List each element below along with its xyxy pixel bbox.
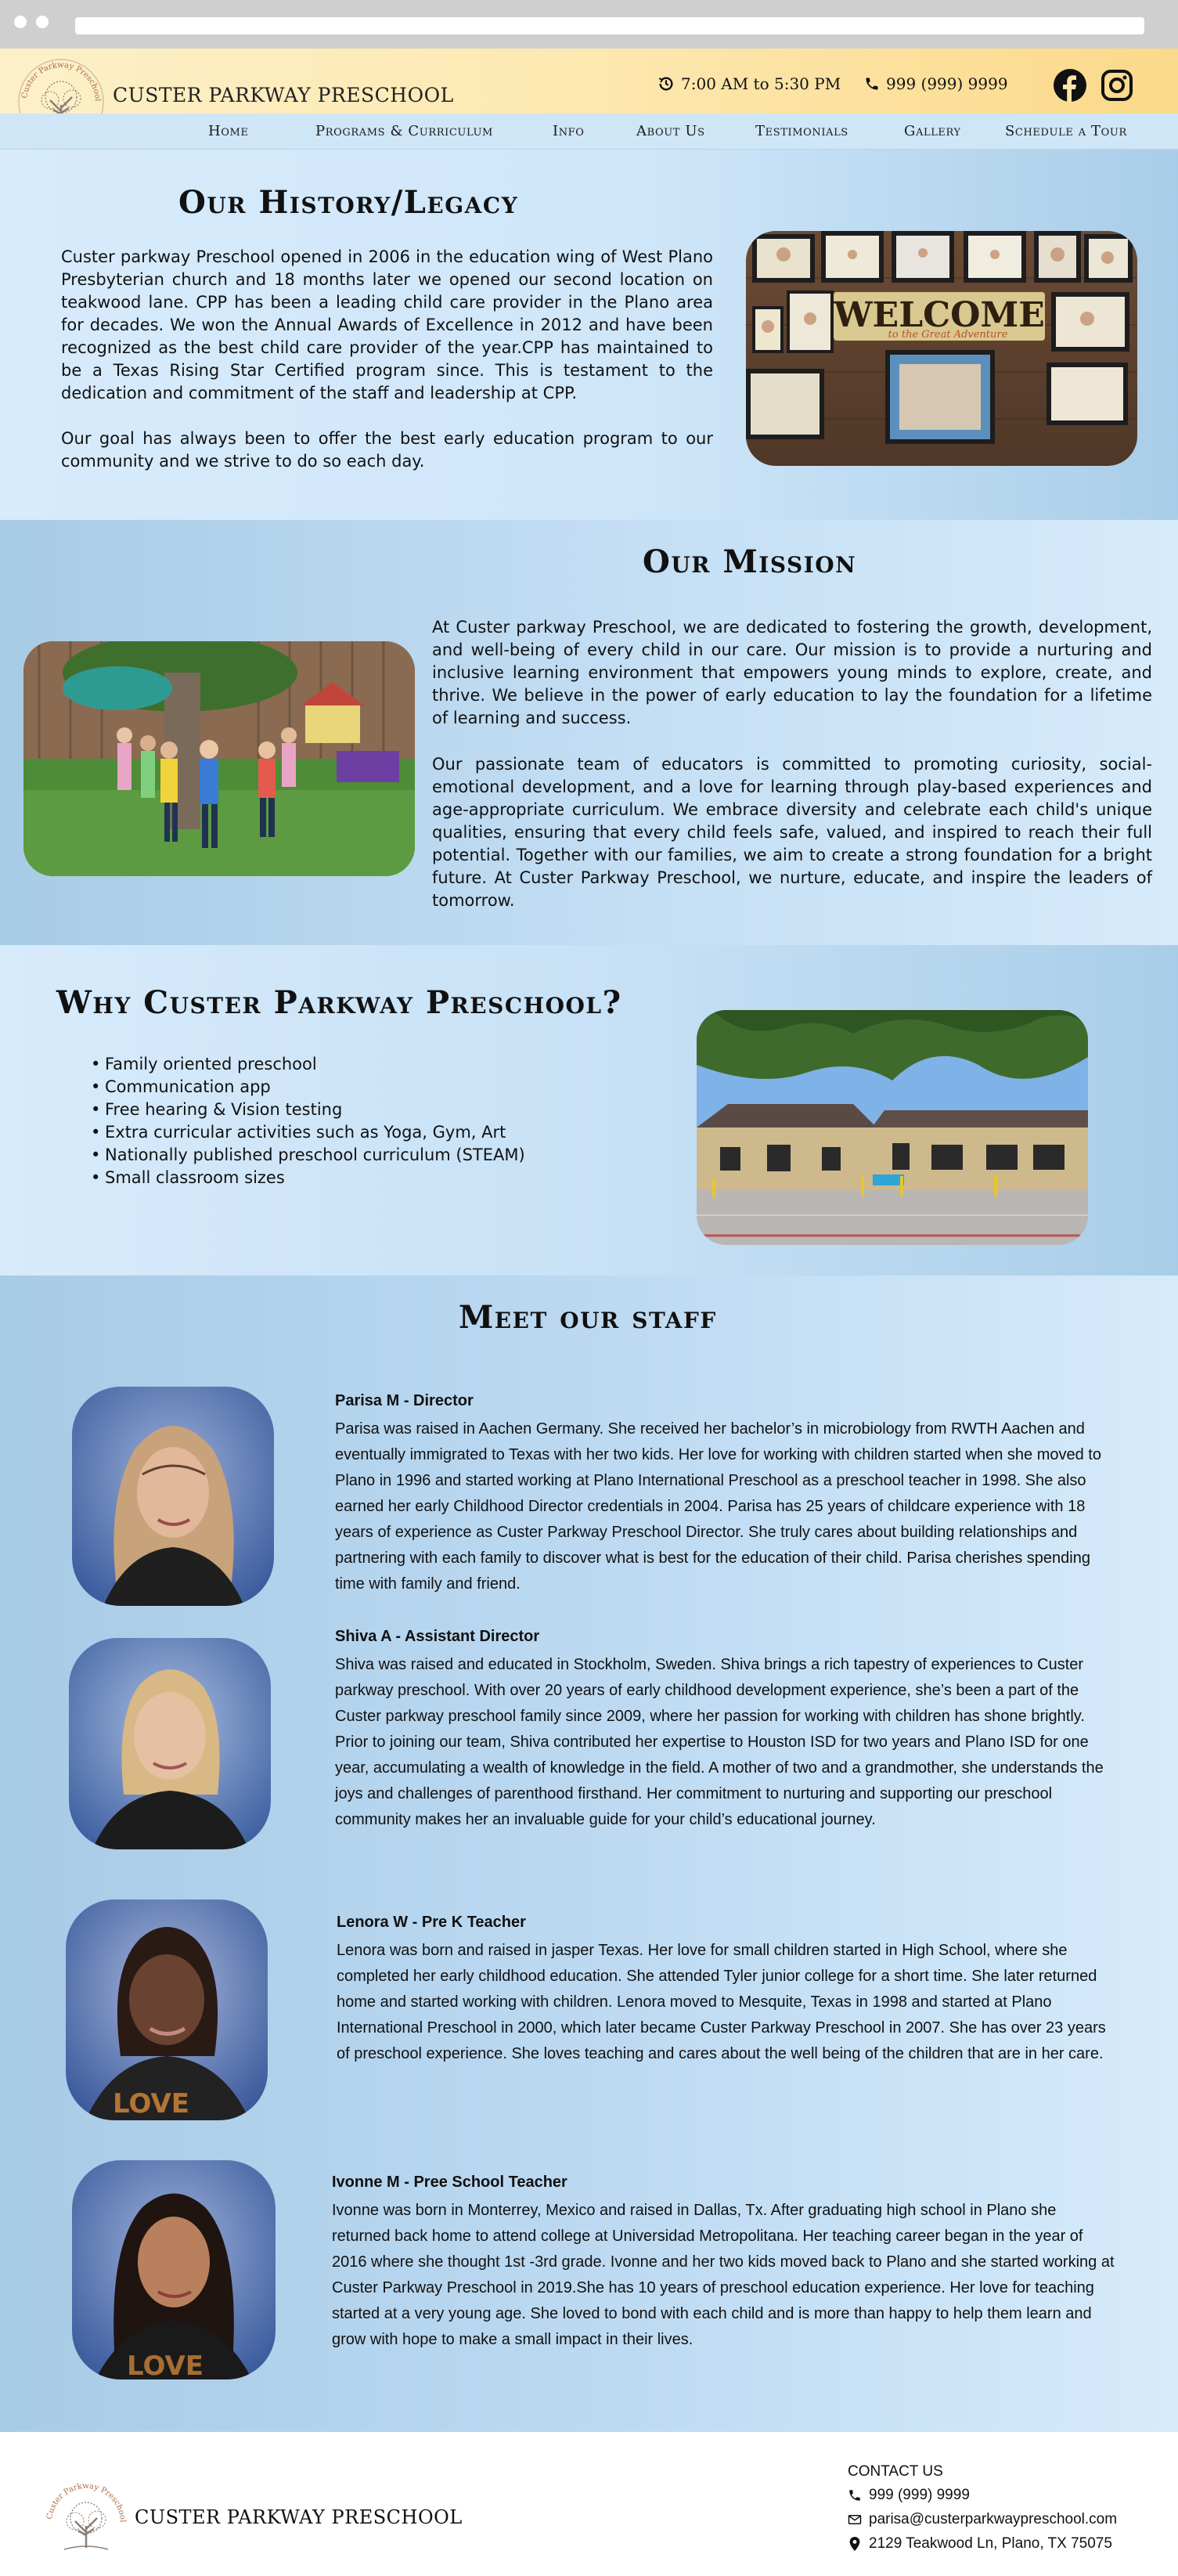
staff-bio-lenora: Lenora was born and raised in jasper Tex… xyxy=(337,1942,1106,2062)
contact-heading: CONTACT US xyxy=(848,2463,943,2480)
history-title: Our History/Legacy xyxy=(178,184,519,221)
footer-address[interactable]: 2129 Teakwood Ln, Plano, TX 75075 xyxy=(848,2535,1112,2553)
why-section: Why Custer Parkway Preschool? Family ori… xyxy=(0,945,1178,1275)
portrait-image xyxy=(69,1638,271,1849)
staff-bio-parisa: Parisa was raised in Aachen Germany. She… xyxy=(335,1420,1101,1593)
window-dot[interactable] xyxy=(14,16,27,28)
staff-section: Meet our staff Parisa M - Director Paris… xyxy=(0,1275,1178,2432)
footer-brand-name[interactable]: CUSTER PARKWAY PRESCHOOL xyxy=(135,2506,463,2528)
staff-name-lenora: Lenora W - Pre K Teacher xyxy=(337,1914,526,1931)
svg-text:LOVE: LOVE xyxy=(113,2088,189,2120)
staff-photo-parisa xyxy=(72,1387,274,1606)
footer-email-text: parisa@custerparkwaypreschool.com xyxy=(869,2511,1118,2527)
envelope-icon xyxy=(848,2515,862,2524)
mission-title: Our Mission xyxy=(643,543,857,580)
clock-icon xyxy=(658,77,673,91)
header-phone[interactable]: 999 (999) 9999 xyxy=(864,74,1008,93)
list-item: Communication app xyxy=(91,1076,525,1099)
staff-name-parisa: Parisa M - Director xyxy=(335,1392,474,1409)
nav-home[interactable]: Home xyxy=(208,123,249,139)
mission-paragraph-2: Our passionate team of educators is comm… xyxy=(432,755,1152,910)
window-dot[interactable] xyxy=(36,16,49,28)
footer-email[interactable]: parisa@custerparkwaypreschool.com xyxy=(848,2511,1117,2528)
staff-photo-ivonne: LOVE xyxy=(72,2160,276,2379)
staff-bio-shiva: Shiva was raised and educated in Stockho… xyxy=(335,1656,1104,1828)
portrait-image: LOVE xyxy=(66,1900,268,2120)
instagram-icon[interactable] xyxy=(1101,69,1133,102)
staff-photo-lenora: LOVE xyxy=(66,1900,268,2120)
staff-title: Meet our staff xyxy=(459,1299,717,1336)
nav-schedule-tour[interactable]: Schedule a Tour xyxy=(1005,123,1127,139)
nav-programs[interactable]: Programs & Curriculum xyxy=(315,123,493,139)
list-item: Extra curricular activities such as Yoga… xyxy=(91,1121,525,1144)
brand-name[interactable]: CUSTER PARKWAY PRESCHOOL xyxy=(113,84,454,106)
staff-name-shiva: Shiva A - Assistant Director xyxy=(335,1628,540,1645)
address-bar[interactable] xyxy=(75,17,1144,34)
site-header: Custer Parkway Preschool CUSTER PARKWAY … xyxy=(0,49,1178,145)
mission-paragraph-1: At Custer parkway Preschool, we are dedi… xyxy=(432,618,1152,727)
welcome-board-image: WELCOME to the Great Adventure xyxy=(746,231,1137,444)
nav-gallery[interactable]: Gallery xyxy=(904,123,961,139)
history-paragraph-1: Custer parkway Preschool opened in 2006 … xyxy=(61,247,713,402)
facebook-icon[interactable] xyxy=(1054,69,1086,102)
why-title: Why Custer Parkway Preschool? xyxy=(56,984,622,1021)
footer-phone-text: 999 (999) 9999 xyxy=(869,2487,970,2503)
staff-bio-ivonne: Ivonne was born in Monterrey, Mexico and… xyxy=(332,2202,1115,2348)
main-nav: Home Programs & Curriculum Info About Us… xyxy=(0,114,1178,150)
staff-name-ivonne: Ivonne M - Pree School Teacher xyxy=(332,2174,567,2191)
nav-info[interactable]: Info xyxy=(553,123,585,139)
list-item: Free hearing & Vision testing xyxy=(91,1099,525,1121)
business-hours: 7:00 AM to 5:30 PM xyxy=(657,74,841,93)
list-item: Nationally published preschool curriculu… xyxy=(91,1144,525,1167)
portrait-image xyxy=(72,1387,274,1606)
children-playground-photo xyxy=(23,641,415,876)
phone-text: 999 (999) 9999 xyxy=(886,74,1008,93)
list-item: Small classroom sizes xyxy=(91,1167,525,1189)
list-item: Family oriented preschool xyxy=(91,1053,525,1076)
welcome-board-photo: WELCOME to the Great Adventure xyxy=(746,231,1137,466)
staff-photo-shiva xyxy=(69,1638,271,1849)
tree-logo-icon[interactable]: Custer Parkway Preschool xyxy=(41,2477,131,2568)
history-paragraph-2: Our goal has always been to offer the be… xyxy=(61,429,713,471)
why-list: Family oriented preschool Communication … xyxy=(91,1053,525,1189)
hours-text: 7:00 AM to 5:30 PM xyxy=(681,74,841,93)
school-building-photo xyxy=(697,1010,1088,1245)
svg-text:LOVE: LOVE xyxy=(127,2351,204,2379)
footer-address-text: 2129 Teakwood Ln, Plano, TX 75075 xyxy=(869,2535,1112,2552)
nav-about-us[interactable]: About Us xyxy=(636,123,705,139)
mission-section: Our Mission At Custer parkway Preschool,… xyxy=(0,520,1178,945)
footer-phone[interactable]: 999 (999) 9999 xyxy=(848,2487,970,2504)
location-pin-icon xyxy=(849,2537,860,2551)
portrait-image: LOVE xyxy=(72,2160,276,2379)
welcome-sign-subtext: to the Great Adventure xyxy=(888,329,1008,341)
phone-icon xyxy=(849,2490,860,2501)
history-section: Our History/Legacy Custer parkway Presch… xyxy=(0,150,1178,520)
nav-testimonials[interactable]: Testimonials xyxy=(755,123,848,139)
site-footer: Custer Parkway Preschool CUSTER PARKWAY … xyxy=(0,2432,1178,2576)
children-playground-image xyxy=(23,641,415,876)
phone-icon xyxy=(866,78,878,90)
school-building-image xyxy=(697,1010,1088,1245)
browser-chrome xyxy=(0,0,1178,49)
